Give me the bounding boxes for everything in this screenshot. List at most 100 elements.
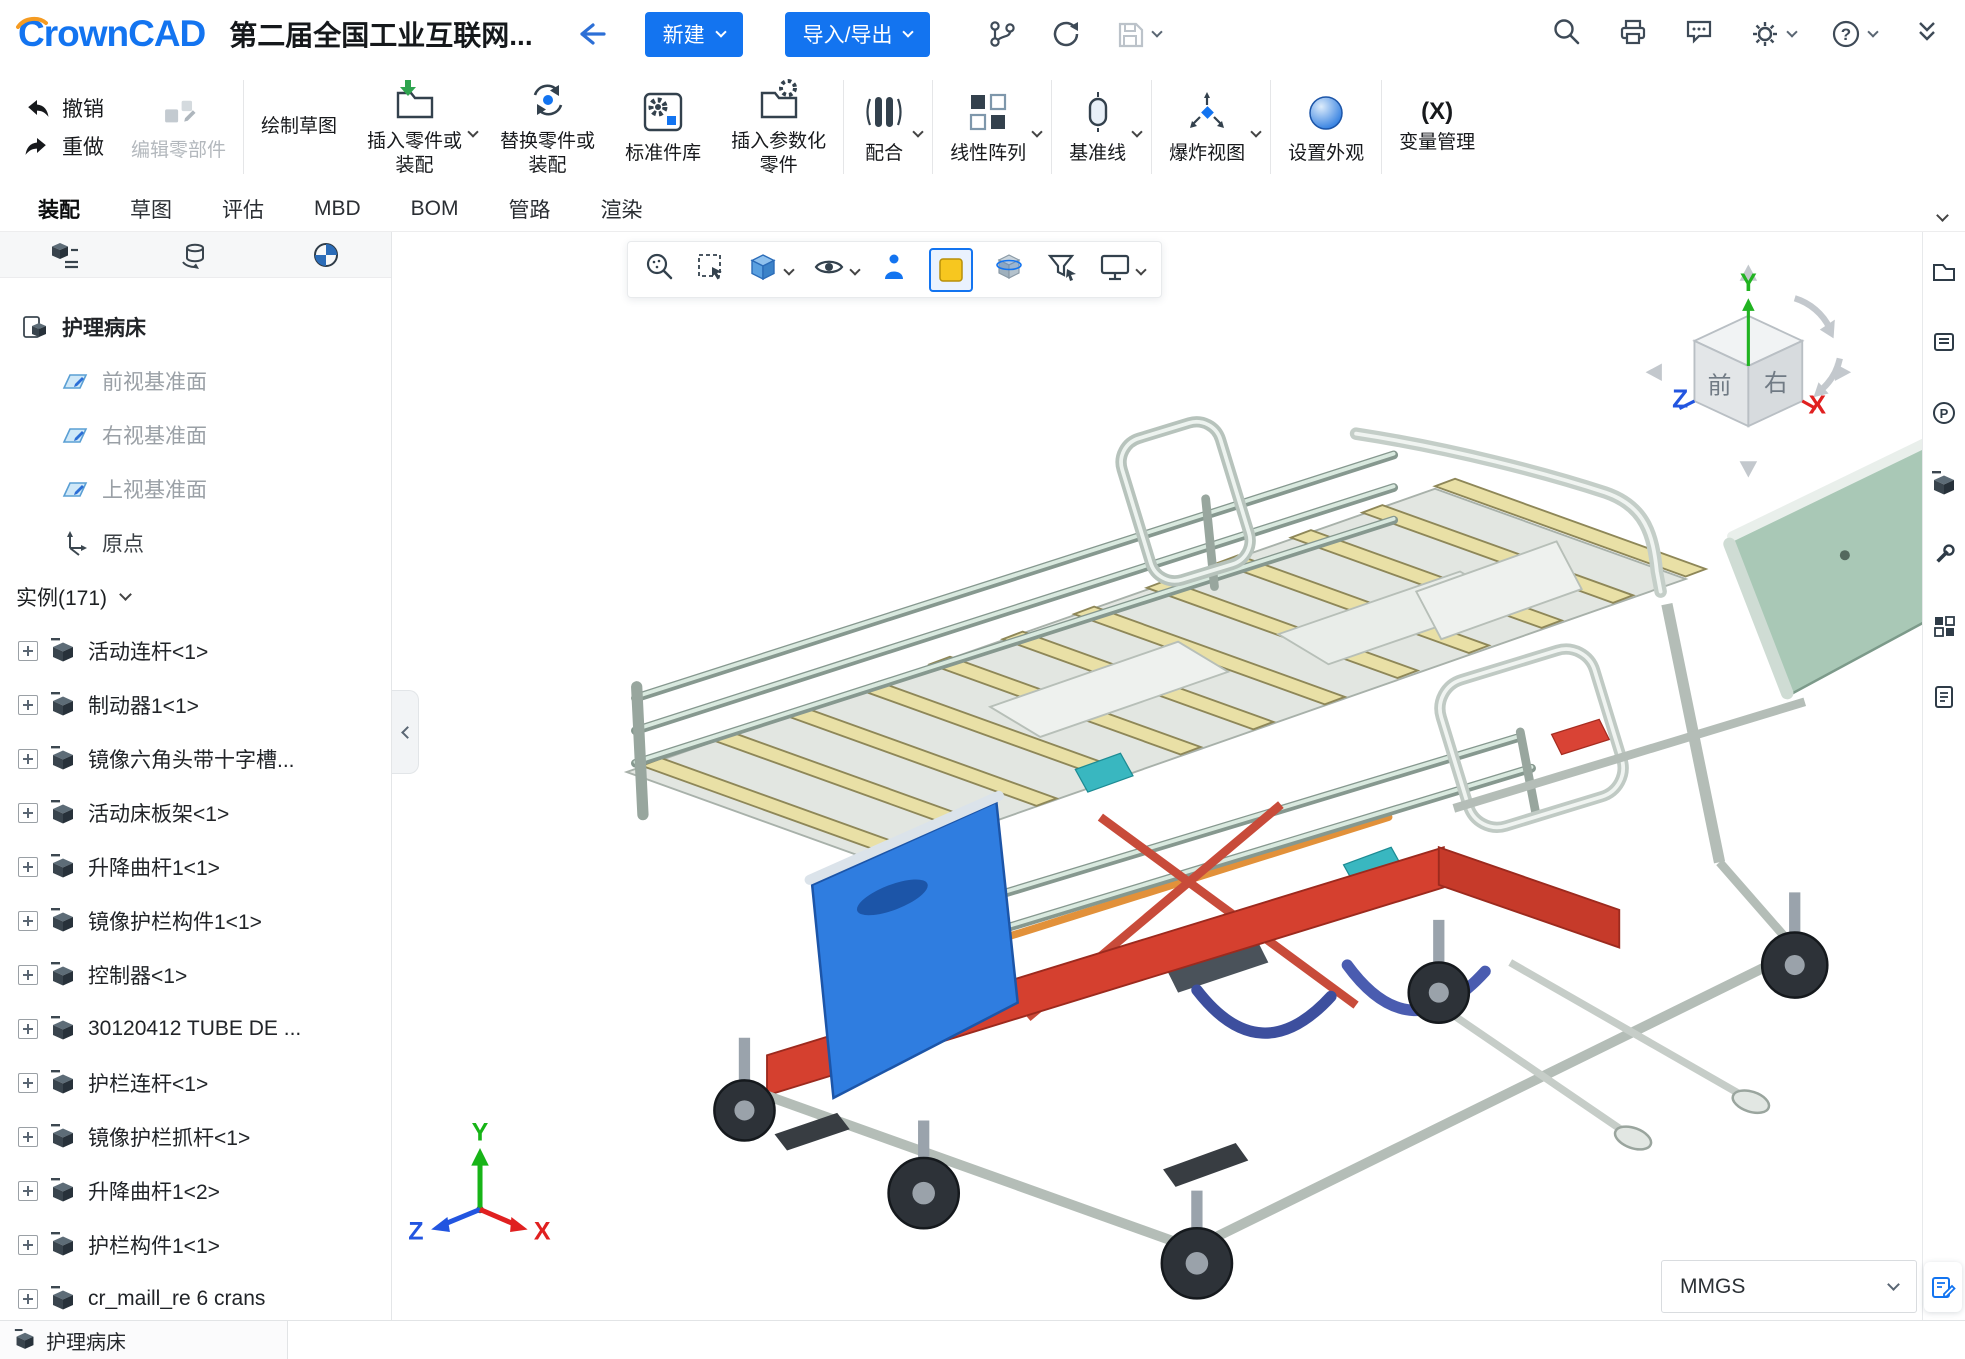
expand-icon[interactable] [18, 1235, 38, 1255]
new-button[interactable]: 新建 [645, 12, 743, 57]
notes-button[interactable] [1931, 684, 1957, 715]
tools-button[interactable] [1931, 542, 1957, 573]
tab-bom[interactable]: BOM [411, 197, 459, 221]
expand-icon[interactable] [18, 1019, 38, 1039]
linear-pattern-caret[interactable] [1033, 113, 1041, 141]
zoom-button[interactable] [644, 251, 676, 288]
settings-button[interactable] [1749, 18, 1796, 50]
model-library-button[interactable] [1931, 471, 1957, 502]
display-settings-caret[interactable] [1137, 261, 1145, 279]
tab-sketch[interactable]: 草图 [130, 194, 172, 224]
expand-icon[interactable] [18, 1073, 38, 1093]
linear-pattern-button[interactable]: 线性阵列 [935, 89, 1041, 166]
tree-item[interactable]: 活动床板架<1> [0, 786, 391, 840]
set-appearance-button[interactable]: 设置外观 [1273, 68, 1379, 186]
edit-component-button[interactable]: 编辑零部件 [116, 68, 241, 186]
expand-icon[interactable] [18, 965, 38, 985]
tree-item[interactable]: 护栏连杆<1> [0, 1056, 391, 1110]
replace-part-button[interactable]: 替换零件或装配 [485, 68, 610, 186]
view-orientation-caret[interactable] [785, 261, 793, 279]
units-selector[interactable]: MMGS [1661, 1260, 1917, 1313]
library-button[interactable] [1931, 329, 1957, 360]
save-button[interactable] [1114, 18, 1161, 50]
datum-line-caret[interactable] [1133, 113, 1141, 141]
appearance-button[interactable] [878, 251, 910, 288]
refresh-button[interactable] [1050, 18, 1082, 50]
filter-button[interactable] [1045, 251, 1079, 288]
insert-parametric-button[interactable]: 插入参数化零件 [716, 68, 841, 186]
tree-item[interactable]: 镜像护栏抓杆<1> [0, 1110, 391, 1164]
draw-sketch-button[interactable]: 绘制草图 [246, 68, 352, 186]
statusbar-doc-tab[interactable]: 护理病床 [0, 1321, 288, 1359]
panel-collapse-button[interactable] [392, 690, 419, 774]
undo-button[interactable]: 撤销 [22, 93, 104, 123]
tree-item-front-plane[interactable]: 前视基准面 [0, 354, 391, 408]
expand-icon[interactable] [18, 1289, 38, 1309]
tree-item[interactable]: 活动连杆<1> [0, 624, 391, 678]
tree-item-origin[interactable]: 原点 [0, 516, 391, 570]
standard-library-button[interactable]: 标准件库 [610, 68, 716, 186]
tab-assembly[interactable]: 装配 [38, 194, 80, 224]
cube-front-label[interactable]: 前 [1708, 373, 1732, 400]
expand-icon[interactable] [18, 749, 38, 769]
bed-model[interactable] [627, 416, 1965, 1299]
version-branch-button[interactable] [986, 18, 1018, 50]
expand-icon[interactable] [18, 803, 38, 823]
exploded-view-caret[interactable] [1252, 113, 1260, 141]
mate-button[interactable]: 配合 [846, 89, 922, 166]
view-cube[interactable]: 前 右 Y Z X [1646, 264, 1852, 477]
visibility-button[interactable] [812, 251, 846, 288]
feedback-note-button[interactable] [1924, 1262, 1962, 1312]
tree-item[interactable]: 护栏构件1<1> [0, 1218, 391, 1272]
tab-mbd[interactable]: MBD [314, 197, 361, 221]
feedback-chat-button[interactable] [1683, 16, 1715, 53]
apps-button[interactable] [1931, 613, 1957, 644]
expand-icon[interactable] [18, 857, 38, 877]
display-settings-button[interactable] [1098, 251, 1132, 288]
help-button[interactable]: ? [1830, 18, 1877, 50]
expand-icon[interactable] [18, 695, 38, 715]
back-button[interactable] [573, 19, 609, 49]
tree-item-right-plane[interactable]: 右视基准面 [0, 408, 391, 462]
tabs-collapse-button[interactable] [1938, 202, 1947, 226]
expand-icon[interactable] [18, 1181, 38, 1201]
expand-icon[interactable] [18, 1127, 38, 1147]
color-swatch-button[interactable] [929, 248, 973, 292]
visibility-caret[interactable] [851, 261, 859, 279]
redo-button[interactable]: 重做 [22, 131, 104, 161]
tree-root[interactable]: 护理病床 [0, 300, 391, 354]
tree-item[interactable]: 升降曲杆1<2> [0, 1164, 391, 1218]
view-orientation-button[interactable] [746, 251, 780, 288]
tab-render[interactable]: 渲染 [601, 194, 643, 224]
collapse-toolbar-button[interactable] [1911, 16, 1943, 53]
insert-part-button[interactable]: 插入零件或装配 [352, 77, 477, 177]
import-export-button[interactable]: 导入/导出 [785, 12, 931, 57]
exploded-view-button[interactable]: 爆炸视图 [1154, 89, 1260, 166]
app-logo[interactable]: CrownCAD [18, 13, 205, 55]
mate-caret[interactable] [914, 113, 922, 141]
section-view-button[interactable] [992, 251, 1026, 288]
files-button[interactable] [1931, 258, 1957, 289]
search-button[interactable] [1551, 16, 1583, 53]
box-select-button[interactable] [695, 251, 727, 288]
variable-manage-button[interactable]: (X) 变量管理 [1384, 68, 1490, 186]
tab-evaluate[interactable]: 评估 [222, 194, 264, 224]
tree-instances-header[interactable]: 实例(171) [0, 570, 391, 624]
profile-button[interactable]: P [1931, 400, 1957, 431]
tree-item[interactable]: 升降曲杆1<1> [0, 840, 391, 894]
tree-item-top-plane[interactable]: 上视基准面 [0, 462, 391, 516]
insert-part-caret[interactable] [469, 113, 477, 141]
expand-icon[interactable] [18, 911, 38, 931]
tree-tab-features[interactable] [0, 232, 130, 277]
cube-right-label[interactable]: 右 [1764, 370, 1788, 397]
tree-item[interactable]: cr_maill_re 6 crans [0, 1272, 391, 1320]
tree-item[interactable]: 30120412 TUBE DE ... [0, 1002, 391, 1056]
tree-tab-display-states[interactable] [261, 232, 391, 277]
tree-item[interactable]: 控制器<1> [0, 948, 391, 1002]
print-button[interactable] [1617, 16, 1649, 53]
tab-piping[interactable]: 管路 [509, 194, 551, 224]
tree-tab-instances[interactable] [130, 232, 260, 277]
tree-item[interactable]: 制动器1<1> [0, 678, 391, 732]
datum-line-button[interactable]: 基准线 [1054, 89, 1141, 166]
expand-icon[interactable] [18, 641, 38, 661]
